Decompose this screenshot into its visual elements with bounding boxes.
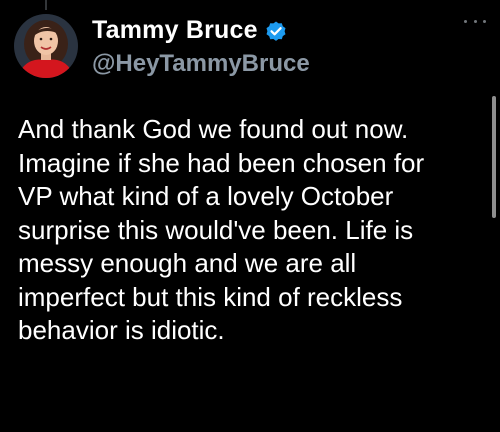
tweet-text-line: surprise this would've been. Life is bbox=[18, 214, 414, 245]
avatar[interactable] bbox=[14, 14, 78, 78]
tweet-text-line: And thank God we found out now. bbox=[18, 114, 409, 144]
dot bbox=[473, 19, 477, 23]
author-display-name[interactable]: Tammy Bruce bbox=[92, 16, 258, 45]
avatar-image bbox=[14, 14, 78, 78]
tweet-text-line: Imagine if she had been chosen for bbox=[18, 147, 425, 178]
dot bbox=[464, 19, 467, 23]
verified-badge-icon bbox=[264, 19, 288, 43]
tweet-text-line: VP what kind of a lovely October bbox=[18, 181, 394, 211]
tweet-text-line: imperfect but this kind of reckless bbox=[18, 281, 403, 312]
author-handle[interactable]: @HeyTammyBruce bbox=[92, 50, 310, 78]
thread-connector-line bbox=[45, 0, 47, 10]
tweet-text: And thank God we found out now. Imagine … bbox=[18, 113, 478, 348]
more-options-icon[interactable] bbox=[464, 14, 486, 28]
scrollbar-thumb[interactable] bbox=[492, 96, 496, 218]
author-name-row: Tammy Bruce bbox=[92, 16, 288, 45]
tweet-text-line: messy enough and we are all bbox=[18, 248, 357, 278]
dot bbox=[483, 19, 486, 23]
tweet-text-line: behavior is idiotic. bbox=[18, 315, 225, 345]
